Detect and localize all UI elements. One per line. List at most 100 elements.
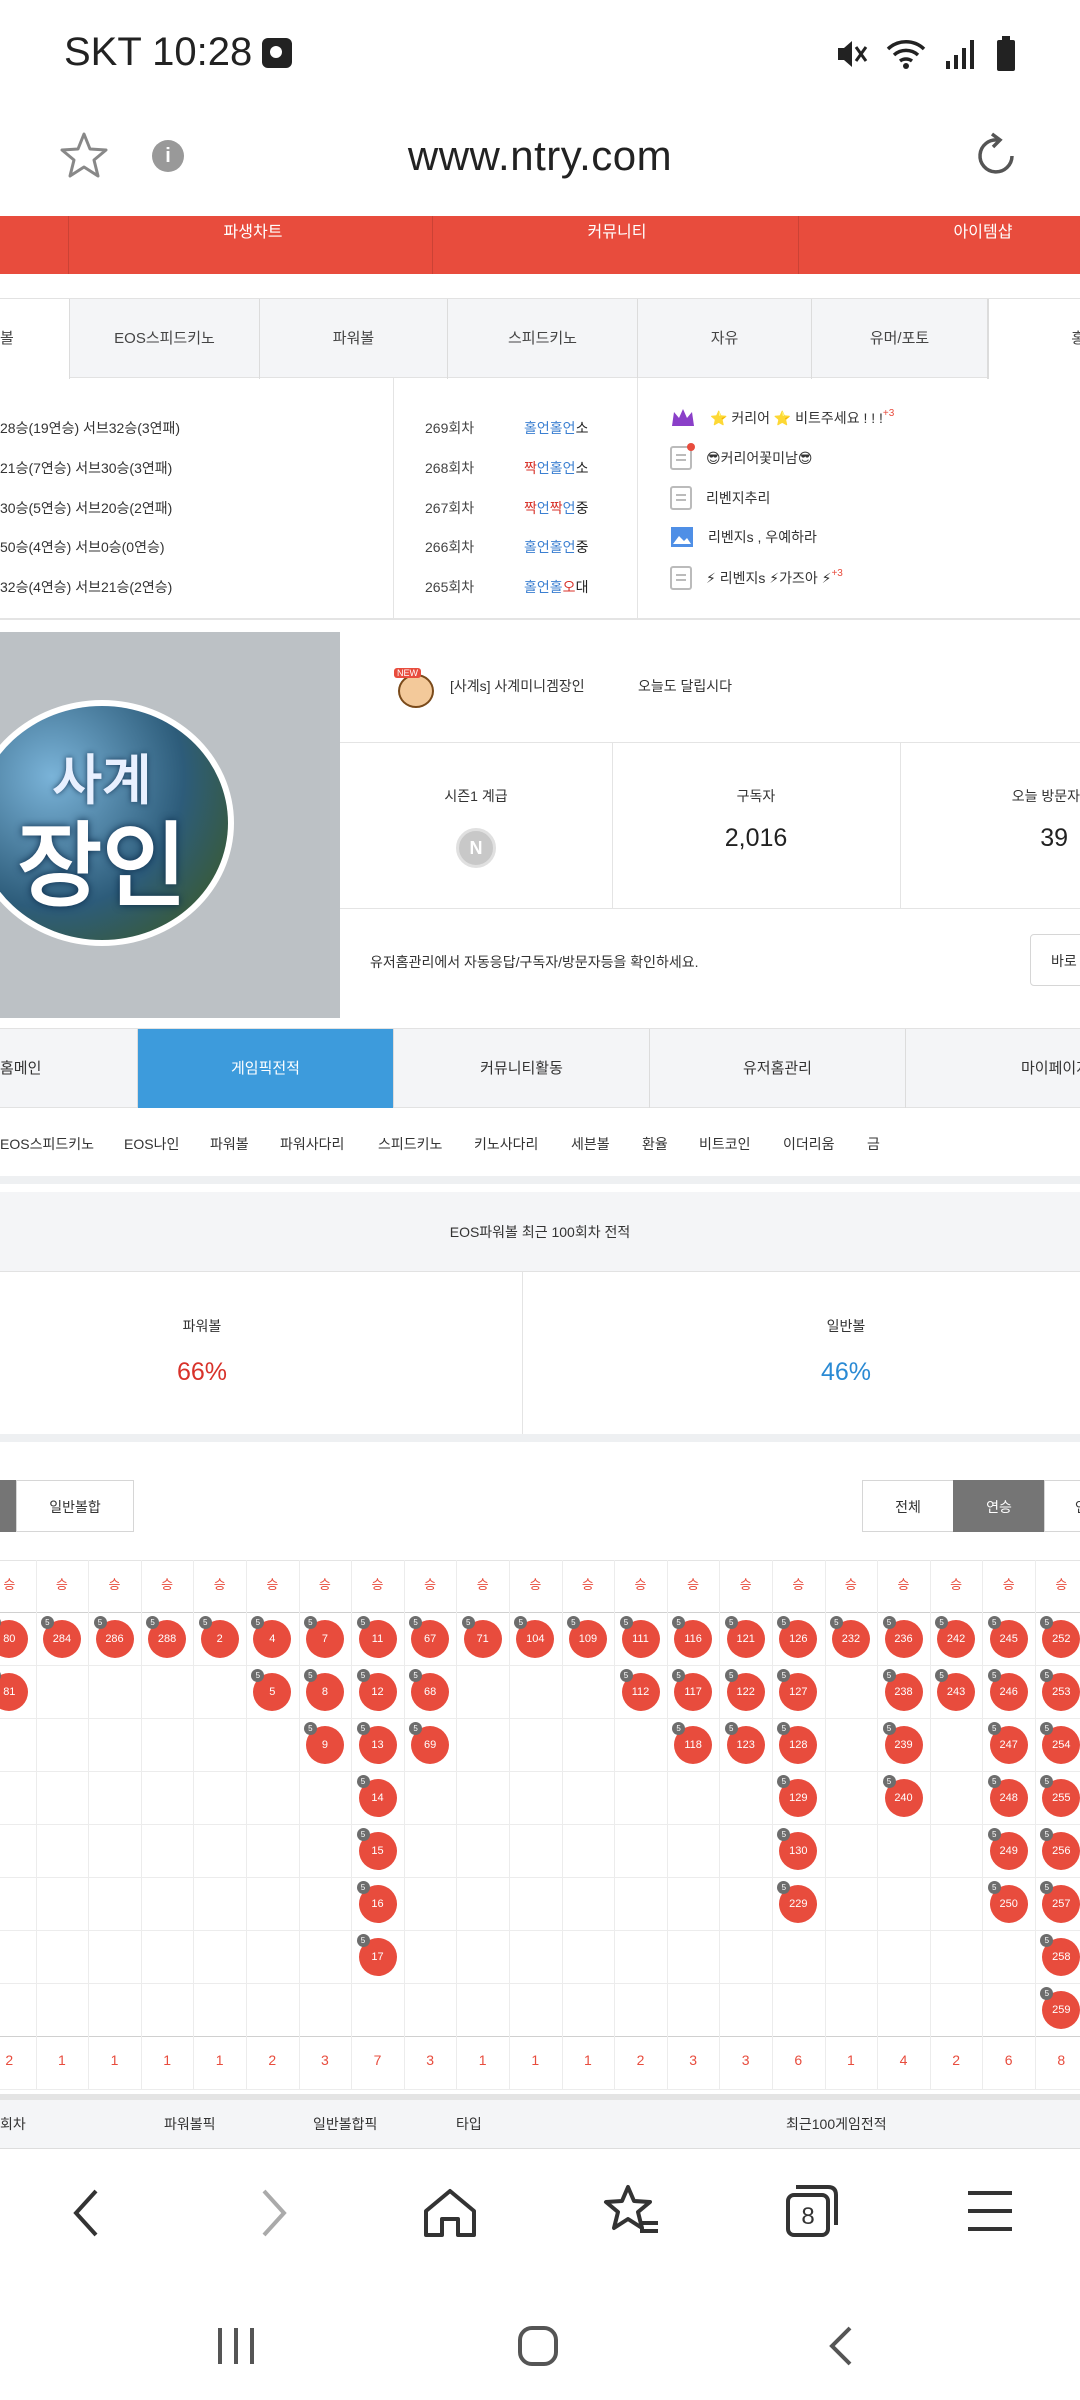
result-ball[interactable]: 239 <box>882 1722 923 1764</box>
result-ball[interactable]: 126 <box>777 1616 818 1658</box>
result-ball[interactable]: 104 <box>514 1616 555 1658</box>
tab-community-activity[interactable]: 커뮤니티활동 <box>394 1029 650 1109</box>
rank-stat[interactable]: 21승(7연승) 서브30승(3연패) <box>0 458 172 478</box>
result-ball[interactable]: 248 <box>987 1775 1028 1817</box>
top-menu-item[interactable]: 파생차트 <box>68 218 438 242</box>
filter-combo-button[interactable]: 일반볼합 <box>16 1480 134 1532</box>
game-item[interactable]: 비트코인 <box>699 1134 751 1154</box>
post-item[interactable]: 리벤지추리 <box>670 486 770 510</box>
result-ball[interactable]: 250 <box>987 1881 1028 1923</box>
post-item[interactable]: 리벤지s , 우예하라 <box>670 526 817 548</box>
result-ball[interactable]: 129 <box>777 1775 818 1817</box>
game-item[interactable]: 키노사다리 <box>474 1134 538 1154</box>
game-item[interactable]: 환율 <box>642 1134 668 1154</box>
result-ball[interactable]: 238 <box>882 1669 923 1711</box>
result-ball[interactable]: 15 <box>356 1828 397 1870</box>
tabs-icon[interactable]: 8 <box>780 2181 840 2241</box>
url-text[interactable]: www.ntry.com <box>0 132 1080 180</box>
result-ball[interactable]: 17 <box>356 1934 397 1976</box>
result-ball[interactable]: 122 <box>724 1669 765 1711</box>
result-ball[interactable]: 8 <box>303 1669 344 1711</box>
result-ball[interactable]: 111 <box>619 1616 660 1658</box>
result-ball[interactable]: 5 <box>251 1669 292 1711</box>
result-ball[interactable]: 240 <box>882 1775 923 1817</box>
filter-cut-button[interactable]: 연 <box>1044 1480 1080 1532</box>
menu-icon[interactable] <box>964 2187 1016 2235</box>
top-menu-item[interactable]: 커뮤니티 <box>432 218 802 242</box>
result-ball[interactable]: 80 <box>0 1616 29 1658</box>
tab-board[interactable]: EOS스피드키노 <box>70 299 260 379</box>
result-ball[interactable]: 254 <box>1040 1722 1080 1764</box>
result-ball[interactable]: 14 <box>356 1775 397 1817</box>
result-ball[interactable]: 258 <box>1040 1934 1080 1976</box>
result-ball[interactable]: 130 <box>777 1828 818 1870</box>
home-icon[interactable] <box>420 2185 480 2241</box>
game-item[interactable]: 이더리움 <box>783 1134 835 1154</box>
result-ball[interactable]: 13 <box>356 1722 397 1764</box>
post-item[interactable]: ⭐ 커리어 ⭐ 비트주세요 ! ! !+3 <box>670 406 894 430</box>
post-item[interactable]: ⚡ 리벤지s ⚡가즈아 ⚡+3 <box>670 566 843 590</box>
result-ball[interactable]: 4 <box>251 1616 292 1658</box>
result-ball[interactable]: 259 <box>1040 1987 1080 2029</box>
rank-stat[interactable]: 30승(5연승) 서브20승(2연패) <box>0 498 172 518</box>
result-ball[interactable]: 286 <box>93 1616 134 1658</box>
result-ball[interactable]: 118 <box>672 1722 713 1764</box>
game-item[interactable]: 파워사다리 <box>280 1134 344 1154</box>
result-ball[interactable]: 109 <box>566 1616 607 1658</box>
rank-stat[interactable]: 50승(4연승) 서브0승(0연승) <box>0 537 165 557</box>
result-ball[interactable]: 71 <box>461 1616 502 1658</box>
result-ball[interactable]: 2 <box>198 1616 239 1658</box>
result-ball[interactable]: 232 <box>829 1616 870 1658</box>
result-ball[interactable]: 9 <box>303 1722 344 1764</box>
tab-home-main[interactable]: 홈메인 <box>0 1029 138 1109</box>
go-button[interactable]: 바로 <box>1030 934 1080 986</box>
result-ball[interactable]: 127 <box>777 1669 818 1711</box>
result-ball[interactable]: 121 <box>724 1616 765 1658</box>
result-ball[interactable]: 236 <box>882 1616 923 1658</box>
filter-streak-button[interactable]: 연승 <box>953 1480 1045 1532</box>
game-item[interactable]: 스피드키노 <box>378 1134 442 1154</box>
result-ball[interactable]: 247 <box>987 1722 1028 1764</box>
tab-board[interactable]: 홍 <box>988 299 1080 379</box>
result-ball[interactable]: 68 <box>409 1669 450 1711</box>
recent-apps-icon[interactable] <box>212 2324 260 2368</box>
result-ball[interactable]: 128 <box>777 1722 818 1764</box>
rank-stat[interactable]: 32승(4연승) 서브21승(2연승) <box>0 577 172 597</box>
rank-stat[interactable]: 28승(19연승) 서브32승(3연패) <box>0 418 180 438</box>
forward-icon[interactable] <box>248 2185 296 2241</box>
result-ball[interactable]: 12 <box>356 1669 397 1711</box>
result-ball[interactable]: 229 <box>777 1881 818 1923</box>
result-ball[interactable]: 67 <box>409 1616 450 1658</box>
tab-board[interactable]: 유머/포토 <box>812 299 988 379</box>
result-ball[interactable]: 255 <box>1040 1775 1080 1817</box>
bookmarks-icon[interactable] <box>598 2181 662 2241</box>
result-ball[interactable]: 252 <box>1040 1616 1080 1658</box>
game-item[interactable]: 파워볼 <box>210 1134 249 1154</box>
result-ball[interactable]: 243 <box>935 1669 976 1711</box>
game-item[interactable]: EOS나인 <box>124 1134 179 1154</box>
result-ball[interactable]: 69 <box>409 1722 450 1764</box>
system-back-icon[interactable] <box>820 2322 860 2370</box>
result-ball[interactable]: 81 <box>0 1669 29 1711</box>
reload-icon[interactable] <box>968 128 1024 184</box>
tab-board[interactable]: 자유 <box>638 299 812 379</box>
back-icon[interactable] <box>64 2185 112 2241</box>
tab-board[interactable]: 스피드키노 <box>448 299 638 379</box>
result-ball[interactable]: 242 <box>935 1616 976 1658</box>
filter-all-button[interactable]: 전체 <box>862 1480 954 1532</box>
tab-my-page[interactable]: 마이페이지 <box>906 1029 1080 1109</box>
game-item[interactable]: EOS스피드키노 <box>0 1134 94 1154</box>
result-ball[interactable]: 123 <box>724 1722 765 1764</box>
result-ball[interactable]: 117 <box>672 1669 713 1711</box>
result-ball[interactable]: 7 <box>303 1616 344 1658</box>
result-ball[interactable]: 284 <box>40 1616 81 1658</box>
home-button-icon[interactable] <box>514 2322 562 2370</box>
tab-board[interactable]: 볼 <box>0 299 70 379</box>
result-ball[interactable]: 112 <box>619 1669 660 1711</box>
tab-board[interactable]: 파워볼 <box>260 299 448 379</box>
result-ball[interactable]: 257 <box>1040 1881 1080 1923</box>
result-ball[interactable]: 16 <box>356 1881 397 1923</box>
result-ball[interactable]: 116 <box>672 1616 713 1658</box>
result-ball[interactable]: 256 <box>1040 1828 1080 1870</box>
result-ball[interactable]: 245 <box>987 1616 1028 1658</box>
